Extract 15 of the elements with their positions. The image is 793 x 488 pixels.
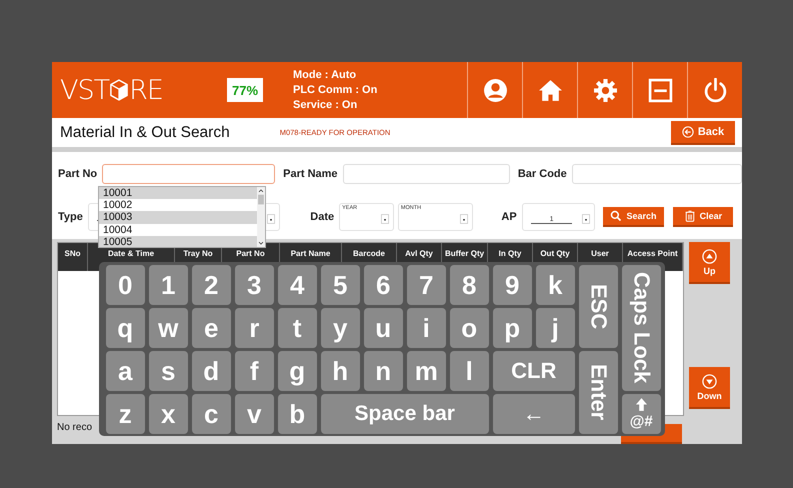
field-label: Part Name bbox=[283, 168, 338, 180]
field-label: Bar Code bbox=[518, 168, 567, 180]
page-title: Material In & Out Search bbox=[60, 124, 230, 142]
logo-text: RE bbox=[129, 76, 163, 104]
status-text: Service : On bbox=[293, 98, 358, 112]
status-text: PLC Comm : On bbox=[293, 82, 378, 98]
status-text: Mode : Auto bbox=[293, 68, 358, 82]
percentage-gauge: 77% bbox=[227, 78, 263, 102]
field-label: Type bbox=[58, 211, 83, 223]
column-header: SNo bbox=[58, 243, 88, 271]
logo-text: VST bbox=[60, 76, 110, 104]
field-label: AP bbox=[501, 211, 517, 223]
field-label: Date bbox=[310, 211, 334, 223]
record-status: No reco bbox=[57, 422, 94, 433]
field-label: Part No bbox=[58, 168, 98, 180]
